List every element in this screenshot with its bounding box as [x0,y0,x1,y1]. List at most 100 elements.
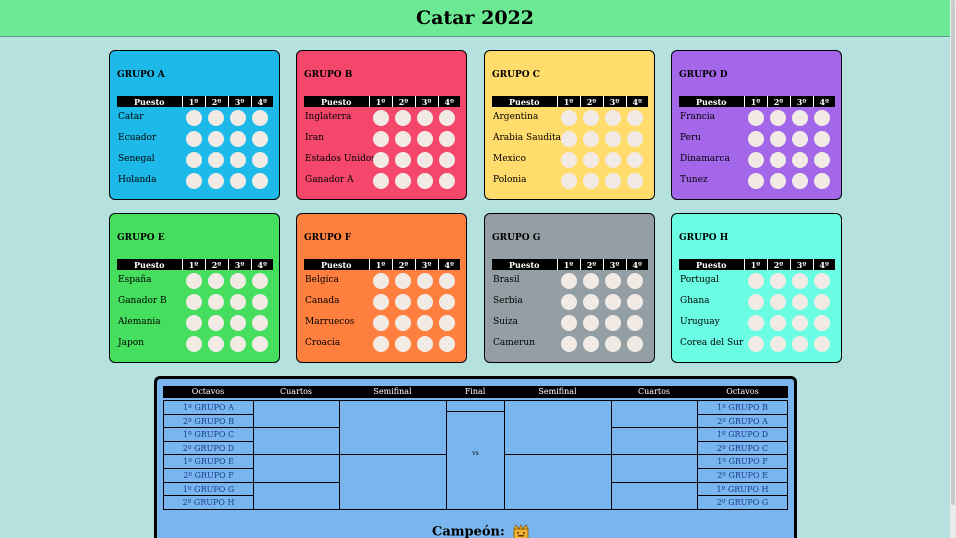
place-4-radio[interactable] [627,173,643,189]
place-3-radio[interactable] [417,315,433,331]
place-1-radio[interactable] [373,273,389,289]
left-octavos-slot[interactable]: 2º GRUPO H [163,495,254,510]
place-4-radio[interactable] [252,110,268,126]
place-2-radio[interactable] [395,110,411,126]
place-2-radio[interactable] [208,131,224,147]
place-1-radio[interactable] [748,173,764,189]
right-octavos-slot[interactable]: 1º GRUPO H [697,481,788,497]
place-4-radio[interactable] [627,315,643,331]
place-1-radio[interactable] [561,336,577,352]
place-2-radio[interactable] [583,336,599,352]
place-1-radio[interactable] [748,294,764,310]
place-3-radio[interactable] [792,294,808,310]
place-4-radio[interactable] [814,131,830,147]
place-3-radio[interactable] [230,336,246,352]
place-1-radio[interactable] [373,152,389,168]
place-1-radio[interactable] [748,336,764,352]
left-octavos-slot[interactable]: 1º GRUPO A [163,400,254,415]
place-4-radio[interactable] [814,336,830,352]
place-1-radio[interactable] [186,131,202,147]
place-4-radio[interactable] [814,273,830,289]
place-4-radio[interactable] [252,294,268,310]
place-3-radio[interactable] [417,131,433,147]
place-2-radio[interactable] [208,173,224,189]
place-1-radio[interactable] [373,173,389,189]
place-4-radio[interactable] [252,273,268,289]
right-octavos-slot[interactable]: 1º GRUPO F [697,454,788,469]
place-4-radio[interactable] [814,152,830,168]
place-2-radio[interactable] [208,152,224,168]
place-2-radio[interactable] [770,294,786,310]
place-2-radio[interactable] [770,131,786,147]
place-2-radio[interactable] [395,336,411,352]
left-octavos-slot[interactable]: 2º GRUPO D [163,440,254,456]
place-3-radio[interactable] [605,315,621,331]
scrollbar-thumb[interactable] [951,0,955,505]
place-4-radio[interactable] [439,131,455,147]
place-4-radio[interactable] [252,152,268,168]
left-octavos-slot[interactable]: 1º GRUPO C [163,427,254,442]
place-1-radio[interactable] [561,173,577,189]
place-3-radio[interactable] [605,173,621,189]
right-octavos-slot[interactable]: 1º GRUPO D [697,427,788,442]
place-1-radio[interactable] [373,336,389,352]
place-2-radio[interactable] [583,110,599,126]
place-3-radio[interactable] [417,294,433,310]
place-3-radio[interactable] [417,173,433,189]
place-1-radio[interactable] [561,273,577,289]
place-1-radio[interactable] [186,294,202,310]
place-2-radio[interactable] [583,315,599,331]
place-4-radio[interactable] [439,294,455,310]
place-4-radio[interactable] [439,173,455,189]
place-3-radio[interactable] [230,152,246,168]
place-3-radio[interactable] [230,273,246,289]
place-1-radio[interactable] [561,152,577,168]
place-1-radio[interactable] [186,315,202,331]
place-1-radio[interactable] [186,173,202,189]
place-1-radio[interactable] [373,131,389,147]
place-2-radio[interactable] [395,273,411,289]
place-1-radio[interactable] [186,336,202,352]
place-1-radio[interactable] [561,110,577,126]
left-octavos-slot[interactable]: 1º GRUPO G [163,481,254,497]
right-octavos-slot[interactable]: 2º GRUPO G [697,495,788,510]
place-2-radio[interactable] [770,273,786,289]
place-3-radio[interactable] [605,152,621,168]
place-2-radio[interactable] [583,273,599,289]
place-4-radio[interactable] [252,173,268,189]
left-octavos-slot[interactable]: 1º GRUPO E [163,454,254,469]
place-4-radio[interactable] [814,294,830,310]
place-4-radio[interactable] [627,336,643,352]
place-3-radio[interactable] [605,110,621,126]
place-2-radio[interactable] [583,173,599,189]
place-3-radio[interactable] [605,273,621,289]
place-4-radio[interactable] [439,336,455,352]
place-3-radio[interactable] [605,336,621,352]
left-octavos-slot[interactable]: 2º GRUPO B [163,413,254,429]
place-4-radio[interactable] [439,315,455,331]
place-2-radio[interactable] [583,294,599,310]
place-1-radio[interactable] [561,131,577,147]
place-4-radio[interactable] [627,152,643,168]
place-3-radio[interactable] [230,110,246,126]
place-2-radio[interactable] [770,173,786,189]
place-1-radio[interactable] [561,294,577,310]
place-1-radio[interactable] [186,110,202,126]
place-2-radio[interactable] [208,336,224,352]
place-3-radio[interactable] [230,131,246,147]
place-2-radio[interactable] [395,152,411,168]
place-1-radio[interactable] [186,152,202,168]
place-3-radio[interactable] [605,131,621,147]
place-1-radio[interactable] [373,294,389,310]
place-1-radio[interactable] [186,273,202,289]
right-octavos-slot[interactable]: 1º GRUPO B [697,400,788,415]
place-4-radio[interactable] [627,110,643,126]
place-4-radio[interactable] [627,294,643,310]
place-4-radio[interactable] [814,315,830,331]
place-3-radio[interactable] [792,152,808,168]
place-2-radio[interactable] [770,315,786,331]
place-2-radio[interactable] [770,110,786,126]
place-4-radio[interactable] [814,110,830,126]
place-3-radio[interactable] [230,173,246,189]
place-3-radio[interactable] [792,110,808,126]
